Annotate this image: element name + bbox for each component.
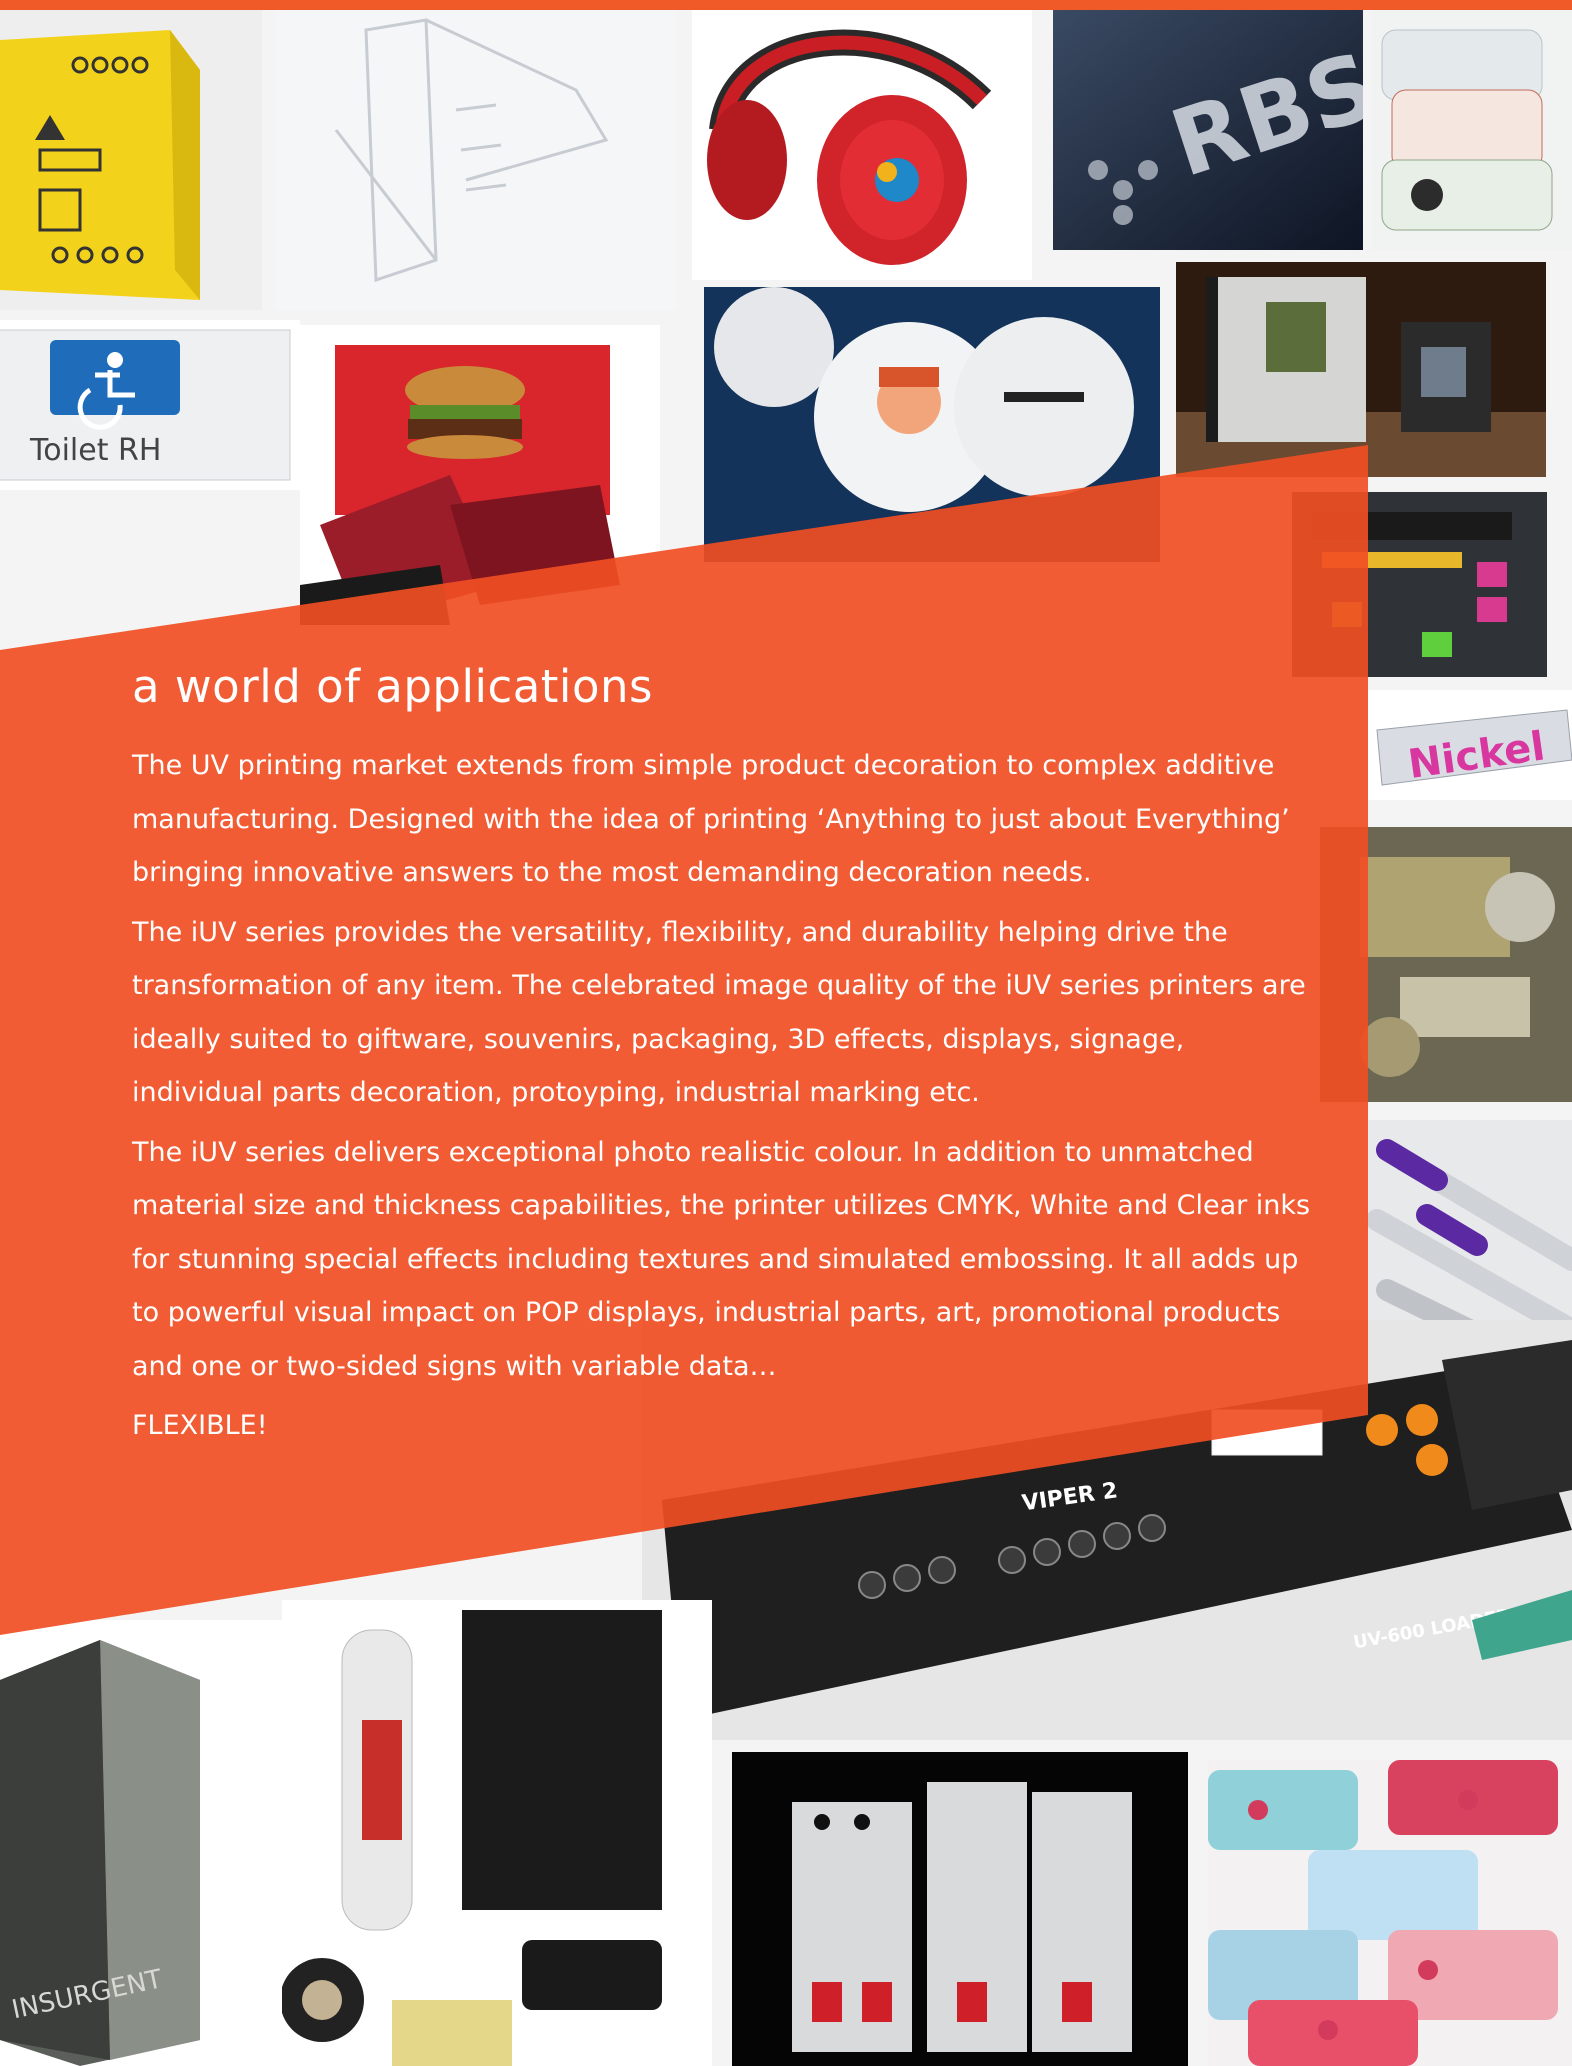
golf-balls-image (704, 287, 1160, 562)
versatility-paragraph: The iUV series provides the versatility,… (132, 916, 1306, 1109)
yellow-box-image (0, 10, 262, 310)
photo-album-image (1176, 262, 1546, 477)
colour-paragraph: The iUV series delivers exceptional phot… (132, 1136, 1311, 1382)
headphones-image (692, 10, 1032, 280)
page-heading: a world of applications (132, 660, 653, 713)
top-accent-bar (0, 0, 1572, 10)
burger-menu-image (300, 325, 660, 625)
rbs-sign-image: RBS (1053, 10, 1363, 250)
control-panel-image (1292, 492, 1547, 677)
acrylic-shelf-image (276, 10, 676, 310)
toilet-sign-text: Toilet RH (29, 433, 161, 468)
phone-cases-top-image (1372, 10, 1572, 250)
insurgent-display-image: INSURGENT (0, 1620, 282, 2066)
metal-plates-image (1320, 827, 1572, 1102)
intro-paragraph: The UV printing market extends from simp… (132, 750, 1290, 888)
tagline: FLEXIBLE! (132, 1410, 268, 1441)
content-block: a world of applications The UV printing … (132, 660, 1322, 1452)
circuit-breakers-image (732, 1752, 1188, 2066)
floral-cases-image (1208, 1760, 1572, 2066)
usb-stick-image: Nickel (1367, 690, 1572, 800)
toilet-sign-image: Toilet RH (0, 320, 300, 490)
promotional-items-image (282, 1600, 712, 2066)
